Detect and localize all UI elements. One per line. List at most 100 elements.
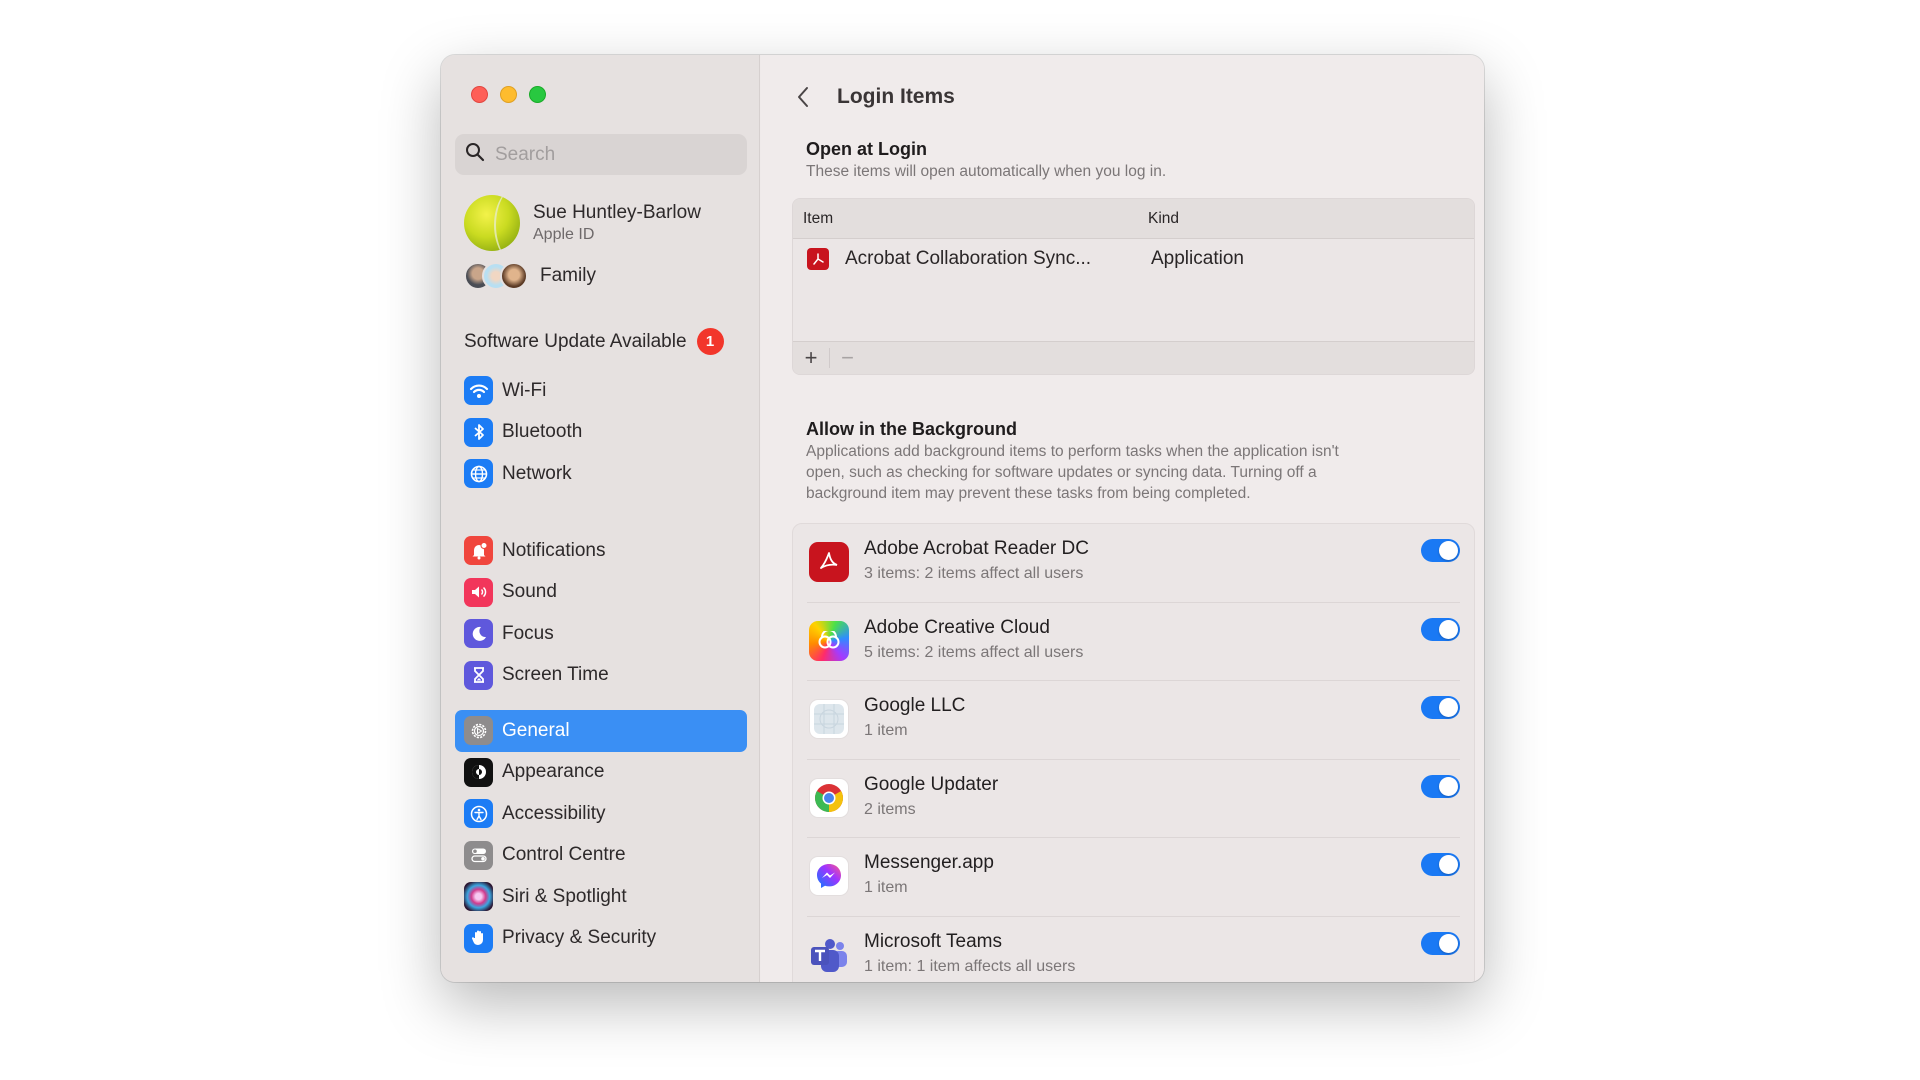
apple-id-account[interactable]: Sue Huntley-Barlow Apple ID — [464, 195, 701, 251]
sidebar-item-bluetooth[interactable]: Bluetooth — [455, 412, 747, 454]
close-button[interactable] — [471, 86, 488, 103]
sidebar-item-label: General — [502, 719, 570, 741]
sidebar-item-label: Sound — [502, 581, 557, 603]
sidebar-item-siri-spotlight[interactable]: Siri & Spotlight — [455, 876, 747, 918]
list-item: Microsoft Teams 1 item: 1 item affects a… — [807, 917, 1460, 983]
app-detail: 3 items: 2 items affect all users — [864, 565, 1084, 582]
remove-login-item-button[interactable]: − — [829, 345, 865, 370]
generic-app-icon — [809, 699, 849, 739]
family-item[interactable]: Family — [464, 262, 596, 290]
software-update-item[interactable]: Software Update Available 1 — [464, 328, 724, 355]
sidebar-item-label: Siri & Spotlight — [502, 885, 627, 907]
accessibility-icon — [464, 799, 493, 829]
add-login-item-button[interactable]: + — [793, 342, 829, 375]
table-footer: + − — [793, 341, 1474, 374]
sidebar-item-wifi[interactable]: Wi-Fi — [455, 370, 747, 412]
sidebar-item-label: Privacy & Security — [502, 927, 657, 949]
sidebar-group-system: General Appearance Accessibility Control… — [455, 710, 747, 959]
creative-cloud-icon — [809, 620, 849, 661]
sidebar-item-focus[interactable]: Focus — [455, 613, 747, 655]
app-detail: 1 item: 1 item affects all users — [864, 957, 1076, 975]
sidebar-item-label: Notifications — [502, 539, 606, 561]
background-toggle[interactable] — [1421, 696, 1460, 719]
sidebar-item-label: Control Centre — [502, 844, 626, 866]
app-name: Messenger.app — [864, 852, 994, 873]
page-title: Login Items — [837, 85, 955, 108]
background-toggle[interactable] — [1421, 774, 1460, 798]
search-field[interactable] — [455, 134, 747, 175]
sidebar-item-privacy-security[interactable]: Privacy & Security — [455, 918, 747, 960]
allow-background-description: Applications add background items to per… — [806, 441, 1339, 504]
account-name: Sue Huntley-Barlow — [533, 202, 701, 223]
wifi-icon — [464, 376, 493, 406]
app-name: Google Updater — [864, 773, 999, 795]
allow-background-title: Allow in the Background — [806, 419, 1018, 439]
speaker-icon — [464, 577, 493, 607]
bluetooth-icon — [464, 417, 493, 447]
description-line: open, such as checking for software upda… — [806, 464, 1317, 481]
chrome-icon — [809, 777, 849, 818]
description-line: background item may prevent these tasks … — [806, 485, 1251, 502]
sidebar: Sue Huntley-Barlow Apple ID Family Softw… — [441, 55, 760, 982]
account-subtitle: Apple ID — [533, 226, 595, 243]
sidebar-item-label: Network — [502, 462, 572, 484]
gear-icon — [464, 716, 493, 746]
description-line: Applications add background items to per… — [806, 443, 1339, 460]
sidebar-group-network: Wi-Fi Bluetooth Network — [455, 370, 747, 495]
background-toggle[interactable] — [1421, 617, 1460, 641]
row-item-name: Acrobat Collaboration Sync... — [845, 248, 1092, 269]
column-header-item[interactable]: Item — [803, 210, 833, 228]
search-icon — [465, 142, 485, 167]
bell-icon — [464, 536, 493, 566]
sidebar-item-label: Wi-Fi — [502, 379, 547, 401]
app-detail: 1 item — [864, 879, 908, 896]
table-header: Item Kind — [793, 199, 1474, 239]
sidebar-item-accessibility[interactable]: Accessibility — [455, 793, 747, 835]
background-toggle[interactable] — [1421, 931, 1460, 955]
list-item: Adobe Creative Cloud 5 items: 2 items af… — [807, 603, 1460, 681]
zoom-button[interactable] — [529, 86, 546, 103]
messenger-icon — [809, 856, 849, 896]
moon-icon — [464, 619, 493, 649]
family-avatar — [500, 262, 528, 290]
column-header-kind[interactable]: Kind — [1148, 210, 1179, 228]
background-items-list: Adobe Acrobat Reader DC 3 items: 2 items… — [792, 523, 1475, 982]
system-settings-window: Sue Huntley-Barlow Apple ID Family Softw… — [441, 55, 1484, 982]
avatar — [464, 195, 520, 251]
page-header: Login Items — [791, 77, 955, 117]
appearance-icon — [464, 757, 493, 787]
open-at-login-description: These items will open automatically when… — [806, 163, 1167, 180]
acrobat-icon — [807, 248, 829, 270]
login-items-table: Item Kind Acrobat Collaboration Sync... … — [792, 198, 1475, 375]
app-detail: 1 item — [864, 722, 908, 739]
sidebar-item-label: Screen Time — [502, 664, 609, 686]
list-item: Google Updater 2 items — [807, 760, 1460, 838]
app-detail: 2 items — [864, 800, 916, 818]
sidebar-item-label: Accessibility — [502, 802, 606, 824]
sidebar-item-network[interactable]: Network — [455, 453, 747, 495]
sidebar-group-notifications: Notifications Sound Focus Screen Time — [455, 530, 747, 696]
sidebar-item-label: Focus — [502, 622, 554, 644]
teams-icon — [809, 935, 849, 975]
sidebar-item-control-centre[interactable]: Control Centre — [455, 835, 747, 877]
sidebar-item-screen-time[interactable]: Screen Time — [455, 655, 747, 697]
acrobat-icon — [809, 542, 849, 582]
back-button[interactable] — [791, 82, 815, 112]
list-item: Google LLC 1 item — [807, 681, 1460, 760]
sidebar-item-appearance[interactable]: Appearance — [455, 752, 747, 794]
app-name: Adobe Creative Cloud — [864, 616, 1050, 638]
sidebar-item-general[interactable]: General — [455, 710, 747, 752]
search-input[interactable] — [495, 143, 735, 166]
table-row[interactable]: Acrobat Collaboration Sync... Applicatio… — [793, 239, 1474, 279]
background-toggle[interactable] — [1421, 853, 1460, 876]
switches-icon — [464, 840, 493, 870]
update-count-badge: 1 — [696, 328, 724, 355]
background-toggle[interactable] — [1421, 539, 1460, 562]
sidebar-item-sound[interactable]: Sound — [455, 572, 747, 614]
app-name: Microsoft Teams — [864, 930, 1002, 952]
sidebar-item-notifications[interactable]: Notifications — [455, 530, 747, 572]
hand-icon — [464, 923, 493, 953]
list-item: Messenger.app 1 item — [807, 838, 1460, 917]
sidebar-item-label: Appearance — [502, 761, 605, 783]
minimize-button[interactable] — [500, 86, 517, 103]
